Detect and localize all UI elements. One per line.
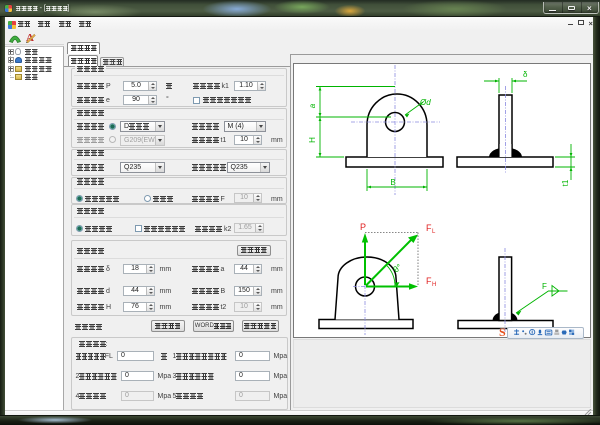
svg-text:t1: t1 (561, 179, 570, 186)
svg-text:a: a (308, 103, 317, 108)
svg-text:B: B (390, 178, 395, 187)
svg-text:H: H (308, 137, 317, 143)
svg-text:δ: δ (523, 70, 528, 79)
svg-text:F: F (542, 282, 547, 291)
svg-text:L: L (432, 229, 436, 235)
svg-text:Ød: Ød (419, 98, 431, 107)
svg-text:P: P (360, 222, 366, 232)
svg-text:H: H (432, 282, 436, 288)
